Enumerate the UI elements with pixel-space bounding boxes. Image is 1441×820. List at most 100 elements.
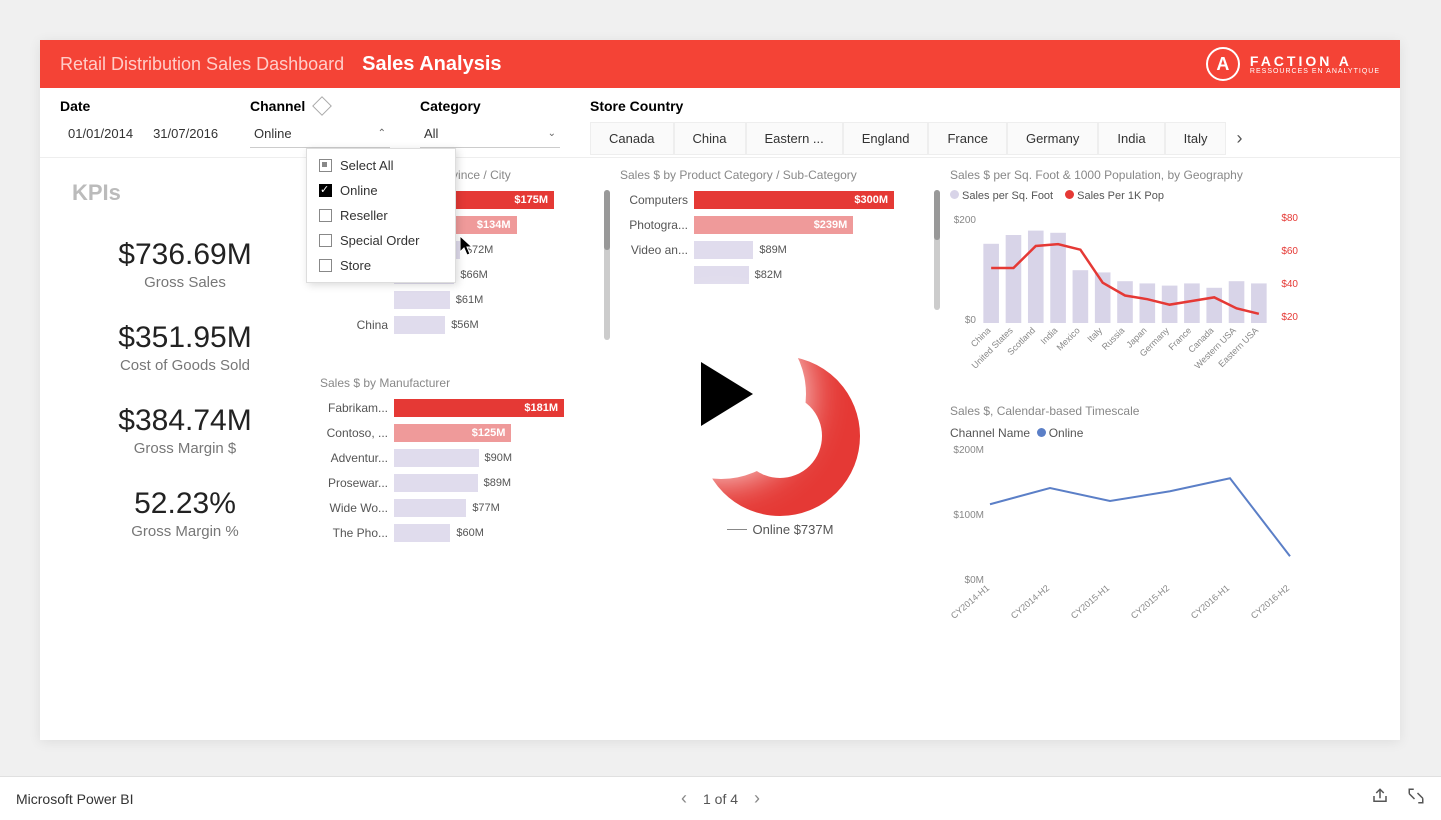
dropdown-option[interactable]: Online bbox=[307, 178, 455, 203]
kpi-item: $736.69MGross Sales bbox=[60, 238, 310, 291]
bar-row[interactable]: $61M bbox=[320, 290, 598, 310]
dropdown-option-label: Reseller bbox=[340, 208, 388, 223]
kpi-value: $736.69M bbox=[60, 238, 310, 272]
next-page-button[interactable]: › bbox=[754, 788, 760, 809]
kpi-panel: KPIs $736.69MGross Sales$351.95MCost of … bbox=[60, 168, 310, 624]
share-icon[interactable] bbox=[1371, 787, 1389, 810]
bar-row[interactable]: $82M bbox=[620, 265, 928, 285]
bar-row[interactable]: Contoso, ... $125M bbox=[320, 423, 610, 443]
date-from[interactable]: 01/01/2014 bbox=[68, 126, 133, 141]
bar-value: $60M bbox=[456, 527, 484, 539]
channel-dropdown-menu[interactable]: Select All Online Reseller Special Order Sto… bbox=[306, 148, 456, 283]
chart-timescale[interactable]: Sales $, Calendar-based Timescale Channe… bbox=[950, 404, 1320, 624]
axis-category: CY2014-H2 bbox=[1009, 583, 1051, 621]
bar-row[interactable]: Fabrikam...$181M bbox=[320, 398, 610, 418]
bar-category: Fabrikam... bbox=[320, 401, 388, 415]
bar-row[interactable]: China$56M bbox=[320, 315, 598, 335]
country-button[interactable]: Eastern ... bbox=[746, 122, 843, 155]
play-button[interactable] bbox=[636, 309, 806, 479]
bar-fill: $300M bbox=[694, 191, 894, 209]
bar-fill bbox=[694, 241, 753, 259]
kpi-label: Gross Margin % bbox=[60, 523, 310, 540]
axis-category: Russia bbox=[1100, 325, 1127, 352]
chart-manufacturer[interactable]: Sales $ by Manufacturer Fabrikam...$181M… bbox=[320, 376, 610, 548]
combo-bar bbox=[983, 244, 999, 323]
dropdown-option-label: Store bbox=[340, 258, 371, 273]
kpi-item: $351.95MCost of Goods Sold bbox=[60, 321, 310, 374]
checkbox-icon bbox=[319, 184, 332, 197]
combo-bar bbox=[1140, 283, 1156, 323]
combo-bar bbox=[1251, 283, 1267, 323]
prev-page-button[interactable]: ‹ bbox=[681, 788, 687, 809]
app-name: Microsoft Power BI bbox=[16, 791, 133, 807]
date-to[interactable]: 31/07/2016 bbox=[153, 126, 218, 141]
eraser-icon[interactable] bbox=[312, 96, 332, 116]
bar-row[interactable]: Video an...$89M bbox=[620, 240, 928, 260]
checkbox-icon bbox=[319, 234, 332, 247]
bar-fill bbox=[394, 291, 450, 309]
bar-category: The Pho... bbox=[320, 526, 388, 540]
bar-row[interactable]: Computers$300M bbox=[620, 190, 928, 210]
scrollbar[interactable] bbox=[934, 190, 940, 310]
chart-combo-title: Sales $ per Sq. Foot & 1000 Population, … bbox=[950, 168, 1320, 182]
axis-category: CY2015-H1 bbox=[1069, 583, 1111, 621]
bar-row[interactable]: Wide Wo... $77M bbox=[320, 498, 610, 518]
country-button[interactable]: England bbox=[843, 122, 929, 155]
filter-label-country: Store Country bbox=[590, 98, 1380, 114]
country-button[interactable]: Canada bbox=[590, 122, 674, 155]
chart-product[interactable]: Sales $ by Product Category / Sub-Catego… bbox=[620, 168, 940, 310]
kpi-value: 52.23% bbox=[60, 487, 310, 521]
bar-category: Contoso, ... bbox=[320, 426, 388, 440]
bar-value: $66M bbox=[460, 269, 488, 281]
bar-fill: $125M bbox=[394, 424, 511, 442]
category-selected: All bbox=[424, 126, 438, 141]
bar-fill bbox=[394, 474, 478, 492]
brand-logo: A FACTION A RESSOURCES EN ANALYTIQUE bbox=[1206, 47, 1380, 81]
axis-tick: $60 bbox=[1281, 246, 1298, 257]
channel-dropdown[interactable]: Online ⌃ bbox=[250, 120, 390, 148]
dropdown-option-label: Online bbox=[340, 183, 378, 198]
country-button[interactable]: Italy bbox=[1165, 122, 1227, 155]
axis-category: CY2014-H1 bbox=[950, 583, 991, 621]
bar-row[interactable]: Prosewar...$89M bbox=[320, 473, 610, 493]
channel-selected: Online bbox=[254, 126, 292, 141]
bar-value: $77M bbox=[472, 502, 500, 514]
page-indicator: 1 of 4 bbox=[703, 791, 738, 807]
donut-label: Online $737M bbox=[753, 522, 834, 537]
combo-bar bbox=[1073, 270, 1089, 323]
dashboard-subtitle: Retail Distribution Sales Dashboard bbox=[60, 54, 344, 75]
bar-row[interactable]: Adventur... $90M bbox=[320, 448, 610, 468]
checkbox-icon bbox=[319, 259, 332, 272]
fullscreen-icon[interactable] bbox=[1407, 787, 1425, 810]
scrollbar[interactable] bbox=[604, 190, 610, 340]
filter-label-channel: Channel bbox=[250, 98, 305, 114]
dropdown-option[interactable]: Special Order bbox=[307, 228, 455, 253]
country-button[interactable]: Germany bbox=[1007, 122, 1098, 155]
chart-combo[interactable]: Sales $ per Sq. Foot & 1000 Population, … bbox=[950, 168, 1320, 378]
bar-category: Wide Wo... bbox=[320, 501, 388, 515]
chart-product-title: Sales $ by Product Category / Sub-Catego… bbox=[620, 168, 940, 182]
bar-value: $90M bbox=[485, 452, 513, 464]
dashboard-title: Sales Analysis bbox=[362, 53, 501, 76]
country-button[interactable]: India bbox=[1098, 122, 1164, 155]
bar-row[interactable]: The Pho... $60M bbox=[320, 523, 610, 543]
bar-fill: $239M bbox=[694, 216, 853, 234]
bar-category: Photogra... bbox=[620, 218, 688, 232]
dropdown-option[interactable]: Reseller bbox=[307, 203, 455, 228]
bar-category: Adventur... bbox=[320, 451, 388, 465]
kpi-item: $384.74MGross Margin $ bbox=[60, 404, 310, 457]
kpi-label: Cost of Goods Sold bbox=[60, 357, 310, 374]
country-button[interactable]: China bbox=[674, 122, 746, 155]
country-next-button[interactable]: › bbox=[1226, 120, 1252, 157]
bar-row[interactable]: Photogra... $239M bbox=[620, 215, 928, 235]
legend-bars: Sales per Sq. Foot bbox=[962, 190, 1053, 202]
dropdown-option[interactable]: Select All bbox=[307, 153, 455, 178]
kpi-item: 52.23% Gross Margin % bbox=[60, 487, 310, 540]
country-button[interactable]: France bbox=[928, 122, 1006, 155]
bar-fill bbox=[694, 266, 749, 284]
dropdown-option[interactable]: Store bbox=[307, 253, 455, 278]
axis-tick: $200M bbox=[953, 445, 984, 456]
checkbox-icon bbox=[319, 159, 332, 172]
category-dropdown[interactable]: All ⌄ bbox=[420, 120, 560, 148]
dashboard-header: Retail Distribution Sales Dashboard Sale… bbox=[40, 40, 1400, 88]
